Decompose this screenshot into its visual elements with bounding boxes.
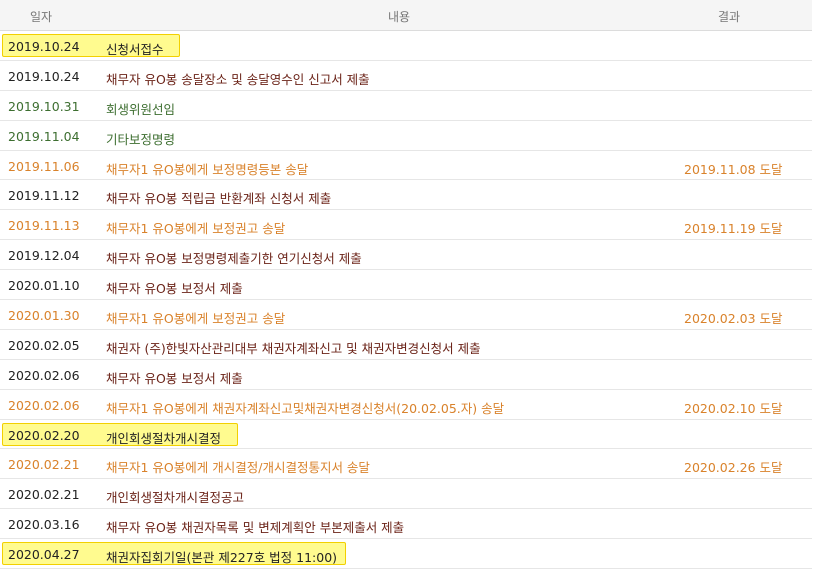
row-content: 신청서접수 <box>106 42 164 57</box>
row-content: 개인회생절차개시결정 <box>106 430 222 446</box>
table-body: 2019.10.24 신청서접수 2019.10.24 채무자 유O봉 송달장소 및 … <box>0 31 812 570</box>
row-content: 개인회생절차개시결정공고 <box>106 490 245 506</box>
row-date: 2020.02.06 <box>8 367 80 383</box>
row-content: 채무자1 유O봉에게 개시결정/개시결정통지서 송달 <box>106 460 370 476</box>
row-content: 채무자 유O봉 보정명령제출기한 연기신청서 제출 <box>106 251 362 267</box>
header-date: 일자 <box>30 10 53 24</box>
table-row: 2020.02.21 채무자1 유O봉에게 개시결정/개시결정통지서 송달 2020… <box>0 449 812 480</box>
row-date: 2019.12.04 <box>8 248 80 264</box>
table-row: 2020.01.10 채무자 유O봉 보정서 제출 <box>0 270 812 301</box>
row-date: 2020.02.20 <box>8 427 80 443</box>
table-row: 2020.02.06 채무자 유O봉 보정서 제출 <box>0 360 812 390</box>
row-date: 2019.10.24 <box>8 39 80 54</box>
row-date: 2019.11.06 <box>8 158 80 174</box>
table-row: 2019.11.12 채무자 유O봉 적립금 반환계좌 신청서 제출 <box>0 180 812 211</box>
row-content: 회생위원선임 <box>106 101 176 117</box>
table-row: 2019.11.13 채무자1 유O봉에게 보정권고 송달 2019.11.19 도… <box>0 210 812 241</box>
table-row: 2020.02.20 개인회생절차개시결정 <box>0 420 812 450</box>
row-result: 2019.11.19 도달 <box>684 221 783 237</box>
table-row: 2019.11.06 채무자1 유O봉에게 보정명령등본 송달 2019.11.08… <box>0 151 812 181</box>
header-result: 결과 <box>718 10 741 24</box>
table-row: 2019.11.04 기타보정명령 <box>0 121 812 151</box>
row-content: 채무자 유O봉 채권자목록 및 변제계획안 부본제출서 제출 <box>106 520 405 536</box>
row-result: 2019.11.08 도달 <box>684 161 783 177</box>
row-content: 기타보정명령 <box>106 131 176 147</box>
table-row: 2020.02.05 채권자 (주)한빛자산관리대부 채권자계좌신고 및 채권자변… <box>0 330 812 360</box>
table-row: 2020.03.16 채무자 유O봉 채권자목록 및 변제계획안 부본제출서 제출 <box>0 509 812 540</box>
row-date: 2019.11.12 <box>8 188 80 204</box>
row-date: 2019.11.13 <box>8 218 80 234</box>
row-content: 채무자 유O봉 보정서 제출 <box>106 281 243 297</box>
row-date: 2020.01.10 <box>8 278 80 294</box>
row-date: 2020.02.05 <box>8 337 80 353</box>
row-content: 채무자1 유O봉에게 보정권고 송달 <box>106 221 286 237</box>
table-row: 2020.02.06 채무자1 유O봉에게 채권자계좌신고및채권자변경신청서(20… <box>0 390 812 420</box>
row-content: 채권자 (주)한빛자산관리대부 채권자계좌신고 및 채권자변경신청서 제출 <box>106 340 481 356</box>
table-row: 2020.01.30 채무자1 유O봉에게 보정권고 송달 2020.02.03 도… <box>0 300 812 330</box>
row-content: 채권자집회기일(본관 제227호 법정 11:00) <box>106 550 338 566</box>
row-date: 2019.10.31 <box>8 98 80 114</box>
table-row: 2019.10.31 회생위원선임 <box>0 91 812 121</box>
row-date: 2020.04.27 <box>8 547 80 563</box>
table-row: 2020.02.21 개인회생절차개시결정공고 <box>0 479 812 510</box>
table-row: 2019.12.04 채무자 유O봉 보정명령제출기한 연기신청서 제출 <box>0 240 812 271</box>
row-content: 채무자 유O봉 보정서 제출 <box>106 370 243 386</box>
table-row: 2019.10.24 신청서접수 <box>0 31 812 61</box>
header-content: 내용 <box>388 10 411 24</box>
row-result: 2020.02.26 도달 <box>684 460 783 476</box>
row-date: 2020.01.30 <box>8 308 80 324</box>
table-row: 2019.10.24 채무자 유O봉 송달장소 및 송달영수인 신고서 제출 <box>0 61 812 91</box>
row-content: 채무자1 유O봉에게 보정권고 송달 <box>106 311 286 327</box>
table-header: 일자 내용 결과 <box>0 0 812 31</box>
row-result: 2020.02.03 도달 <box>684 311 783 327</box>
row-content: 채무자 유O봉 송달장소 및 송달영수인 신고서 제출 <box>106 71 370 87</box>
row-date: 2020.03.16 <box>8 517 80 533</box>
row-date: 2019.10.24 <box>8 68 80 84</box>
row-content: 채무자1 유O봉에게 채권자계좌신고및채권자변경신청서(20.02.05.자) … <box>106 400 505 416</box>
row-result: 2020.02.10 도달 <box>684 400 783 416</box>
case-history-table: 일자 내용 결과 2019.10.24 신청서접수 2019.10.24 채무자 유O… <box>0 0 812 570</box>
row-date: 2020.02.21 <box>8 487 80 503</box>
row-date: 2020.02.21 <box>8 457 80 473</box>
table-row: 2020.04.27 채권자집회기일(본관 제227호 법정 11:00) <box>0 539 812 570</box>
row-content: 채무자1 유O봉에게 보정명령등본 송달 <box>106 161 309 177</box>
row-date: 2019.11.04 <box>8 128 80 144</box>
row-content: 채무자 유O봉 적립금 반환계좌 신청서 제출 <box>106 191 332 207</box>
row-date: 2020.02.06 <box>8 397 80 413</box>
